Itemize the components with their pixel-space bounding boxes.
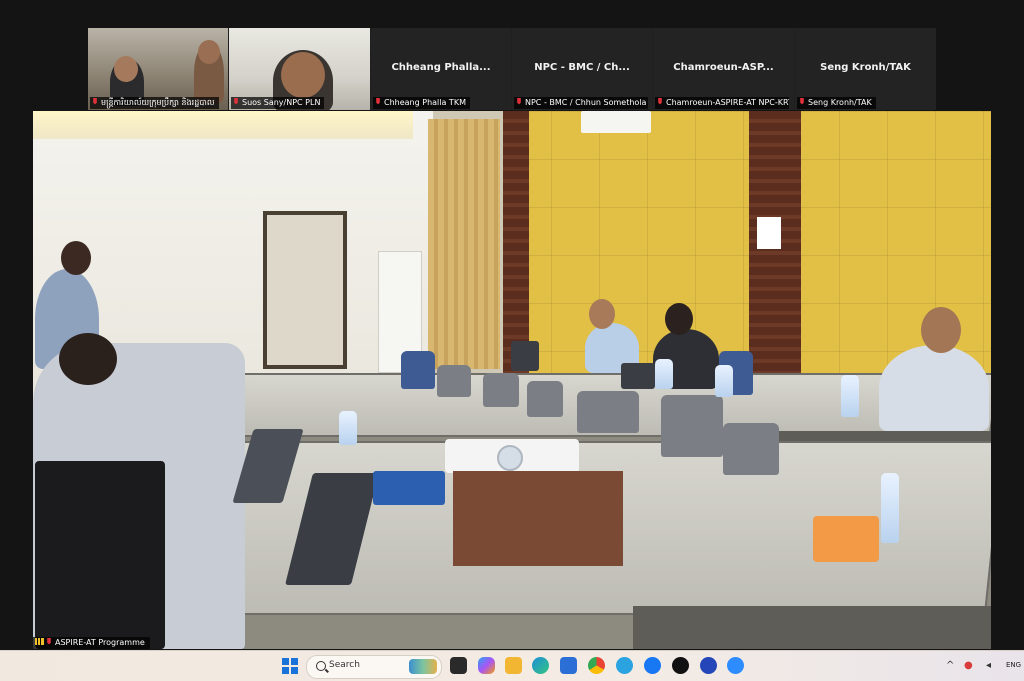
video-projector: [445, 439, 579, 473]
participant-tile-6[interactable]: Seng Kronh/TAK Seng Kronh/TAK: [795, 28, 936, 110]
participant-gallery-strip: មន្ត្រីការិយាល័យក្រុមប្រឹក្សា និងរដ្ឋបាល…: [88, 28, 936, 110]
video-tissue-box: [813, 516, 879, 562]
video-chair: [483, 373, 519, 407]
mic-muted-icon: [517, 98, 521, 105]
taskbar-search-box[interactable]: Search: [306, 655, 442, 679]
participant-name-label: ASPIRE-AT Programme: [33, 637, 150, 649]
video-water-bottle: [339, 411, 357, 445]
video-person-head: [921, 307, 961, 353]
participant-tile-5[interactable]: Chamroeun-ASP... Chamroeun-ASPIRE-AT NPC…: [653, 28, 794, 110]
video-table-side: [633, 606, 991, 649]
search-highlight-icon: [409, 659, 437, 674]
video-person-trousers: [35, 461, 165, 649]
windows-taskbar: Search ^ ● ◂ ENG: [0, 650, 1024, 681]
participant-display-name: Chheang Phalla...: [391, 62, 491, 73]
chrome-icon[interactable]: [588, 657, 605, 674]
participant-tile-4[interactable]: NPC - BMC / Ch... NPC - BMC / Chhun Some…: [512, 28, 652, 110]
app-icon[interactable]: [700, 657, 717, 674]
zoom-icon[interactable]: [727, 657, 744, 674]
participant-display-name: Chamroeun-ASP...: [673, 62, 774, 73]
windows-start-icon[interactable]: [282, 658, 298, 674]
tiktok-icon[interactable]: [672, 657, 689, 674]
participant-tile-3[interactable]: Chheang Phalla... Chheang Phalla TKM: [371, 28, 511, 110]
telegram-icon[interactable]: [616, 657, 633, 674]
store-icon[interactable]: [560, 657, 577, 674]
mic-muted-icon: [800, 98, 804, 105]
video-wood-pillar: [749, 111, 801, 401]
video-laptop: [621, 363, 655, 389]
volume-icon[interactable]: ◂: [986, 660, 991, 671]
participant-tile-1[interactable]: មន្ត្រីការិយាល័យក្រុមប្រឹក្សា និងរដ្ឋបាល: [88, 28, 228, 110]
video-water-bottle: [655, 359, 673, 389]
mic-muted-icon: [658, 98, 662, 105]
participant-video-face: [198, 40, 220, 64]
video-curtain: [428, 119, 500, 369]
mic-muted-icon: [376, 98, 380, 105]
participant-name-label: មន្ត្រីការិយាល័យក្រុមប្រឹក្សា និងរដ្ឋបាល: [90, 97, 219, 109]
participant-name-label: Chamroeun-ASPIRE-AT NPC-KRT: [655, 97, 789, 109]
copilot-icon[interactable]: [478, 657, 495, 674]
active-speaker-video[interactable]: ASPIRE-AT Programme: [33, 111, 991, 649]
video-person-head: [61, 241, 91, 275]
video-chair: [577, 391, 639, 433]
connection-signal-icon: [35, 638, 44, 645]
video-notice-paper: [757, 217, 781, 249]
video-wooden-stand: [453, 471, 623, 566]
video-person-head: [59, 333, 117, 385]
mic-muted-icon: [234, 98, 238, 105]
participant-name-label: Chheang Phalla TKM: [373, 97, 470, 109]
language-indicator[interactable]: ENG: [1006, 661, 1021, 669]
video-water-bottle: [841, 375, 859, 417]
video-projector-lens: [497, 445, 523, 471]
chevron-up-icon[interactable]: ^: [946, 660, 954, 671]
video-wall-ac: [581, 111, 651, 133]
network-icon[interactable]: ●: [964, 660, 973, 671]
video-blue-device: [373, 471, 445, 505]
participant-name-label: NPC - BMC / Chhun Somethola: [514, 97, 648, 109]
facebook-icon[interactable]: [644, 657, 661, 674]
participant-video-face: [114, 56, 138, 82]
video-chair: [527, 381, 563, 417]
participant-name-label: Suos Sany/NPC PLN: [231, 97, 325, 109]
task-view-icon[interactable]: [450, 657, 467, 674]
participant-video-face: [281, 52, 325, 98]
search-icon: [316, 661, 326, 671]
video-laptop: [511, 341, 539, 371]
participant-display-name: Seng Kronh/TAK: [820, 62, 911, 73]
video-water-bottle: [715, 365, 733, 397]
edge-icon[interactable]: [532, 657, 549, 674]
video-person-head: [589, 299, 615, 329]
participant-display-name: NPC - BMC / Ch...: [534, 62, 630, 73]
video-ceiling-light: [33, 111, 413, 139]
participant-name-label: Seng Kronh/TAK: [797, 97, 876, 109]
search-placeholder: Search: [329, 660, 360, 670]
video-person-seated: [879, 345, 989, 431]
video-chair: [661, 395, 723, 457]
video-door: [263, 211, 347, 369]
mic-muted-icon: [47, 638, 51, 645]
mic-muted-icon: [93, 98, 97, 105]
video-chair: [437, 365, 471, 397]
video-water-bottle: [881, 473, 899, 543]
participant-tile-2[interactable]: Suos Sany/NPC PLN: [229, 28, 370, 110]
video-person-head: [665, 303, 693, 335]
video-chair: [401, 351, 435, 389]
file-explorer-icon[interactable]: [505, 657, 522, 674]
video-chair: [723, 423, 779, 475]
